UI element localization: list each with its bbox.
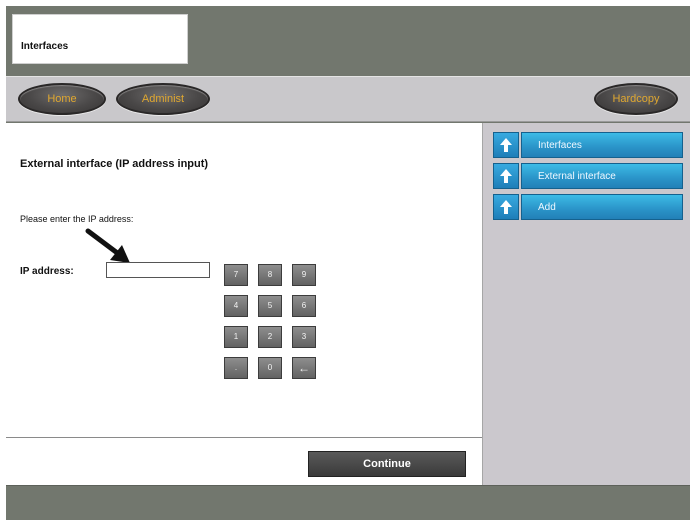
continue-button[interactable]: Continue	[308, 451, 466, 477]
up-arrow-icon	[493, 194, 519, 220]
main-content: External interface (IP address input) Pl…	[6, 123, 482, 437]
navigation-bar: Home Administ Hardcopy	[6, 76, 690, 122]
key-9[interactable]: 9	[292, 264, 316, 286]
key-7[interactable]: 7	[224, 264, 248, 286]
home-button[interactable]: Home	[18, 83, 106, 115]
page-title-tab: Interfaces	[12, 14, 188, 64]
key-0[interactable]: 0	[258, 357, 282, 379]
key-2[interactable]: 2	[258, 326, 282, 348]
sidebar: Interfaces External interface Add	[482, 123, 690, 485]
instruction-text: Please enter the IP address:	[20, 214, 134, 224]
title-bar: Interfaces	[6, 6, 690, 72]
key-5[interactable]: 5	[258, 295, 282, 317]
pointer-arrow-icon	[85, 228, 130, 263]
key-1[interactable]: 1	[224, 326, 248, 348]
sidebar-item-label: Interfaces	[538, 140, 582, 151]
footer-bar: Continue	[6, 437, 482, 485]
bottom-status-bar	[6, 485, 690, 520]
key-6[interactable]: 6	[292, 295, 316, 317]
administration-button[interactable]: Administ	[116, 83, 210, 115]
up-arrow-icon	[493, 132, 519, 158]
key-dot[interactable]: .	[224, 357, 248, 379]
key-4[interactable]: 4	[224, 295, 248, 317]
backspace-key[interactable]: ←	[292, 357, 316, 379]
ip-address-input[interactable]	[106, 262, 210, 278]
key-8[interactable]: 8	[258, 264, 282, 286]
up-arrow-icon	[493, 163, 519, 189]
key-3[interactable]: 3	[292, 326, 316, 348]
sidebar-item-add[interactable]: Add	[493, 194, 683, 220]
page-title: Interfaces	[21, 41, 69, 52]
application-frame: Interfaces Home Administ Hardcopy Extern…	[6, 6, 690, 520]
sidebar-item-label: External interface	[538, 171, 616, 182]
sidebar-item-interfaces[interactable]: Interfaces	[493, 132, 683, 158]
section-heading: External interface (IP address input)	[20, 158, 209, 170]
sidebar-item-external-interface[interactable]: External interface	[493, 163, 683, 189]
ip-address-label: IP address:	[20, 266, 74, 277]
sidebar-item-label: Add	[538, 202, 556, 213]
hardcopy-button[interactable]: Hardcopy	[594, 83, 678, 115]
